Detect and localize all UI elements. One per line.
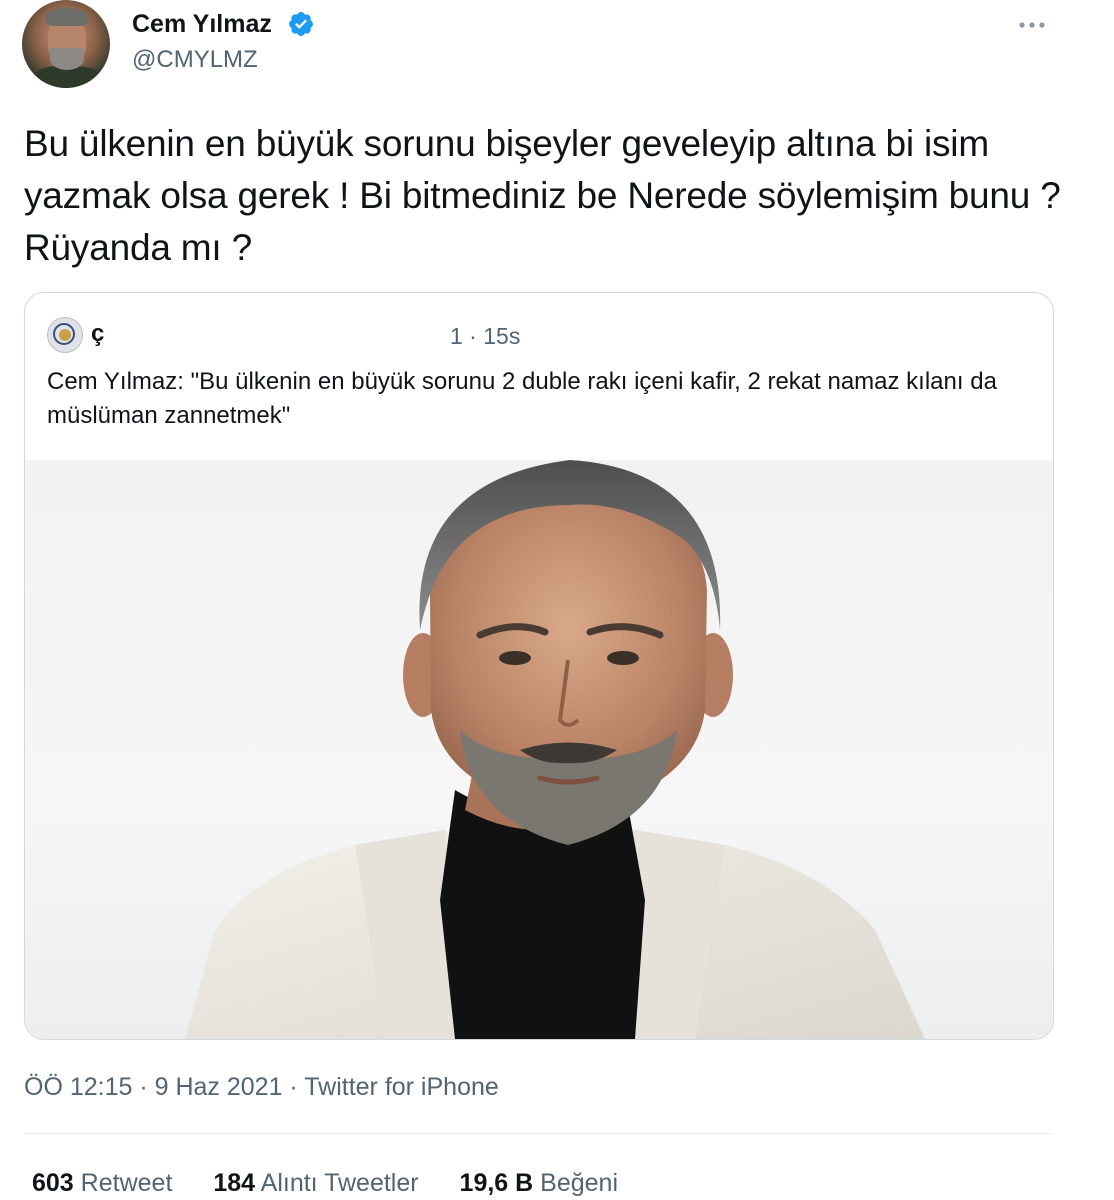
quoted-tweet-time: 1 · 15s [450,323,521,349]
portrait-photo [185,460,925,1039]
author-name[interactable]: Cem Yılmaz [132,8,272,40]
author-handle[interactable]: @CMYLMZ [132,44,258,76]
quoted-tweet-avatar[interactable] [47,317,83,353]
quotes-count: 184 [213,1169,256,1197]
tweet-timestamp[interactable]: ÖÖ 12:15 · 9 Haz 2021 · Twitter for iPho… [24,1070,499,1104]
tweet-text: Bu ülkenin en büyük sorunu bişeyler geve… [24,123,1061,268]
likes-stat[interactable]: 19,6 B Beğeni [460,1166,618,1200]
quoted-tweet-author[interactable]: ç [91,319,104,349]
retweets-label: Retweet [80,1169,173,1197]
quoted-tweet-card[interactable]: ç 1 · 15s Cem Yılmaz: "Bu ülkenin en büy… [24,292,1054,1040]
tweet-stats: 603 Retweet 184 Alıntı Tweetler 19,6 B B… [32,1166,652,1200]
divider [24,1133,1052,1134]
quoted-tweet-photo[interactable] [25,460,1053,1039]
verified-badge-icon [289,12,313,36]
retweets-count: 603 [32,1169,74,1197]
more-options-icon[interactable] [1016,12,1048,38]
quotes-stat[interactable]: 184 Alıntı Tweetler [213,1166,418,1200]
retweets-stat[interactable]: 603 Retweet [32,1166,172,1200]
quoted-tweet-text: Cem Yılmaz: "Bu ülkenin en büyük sorunu … [47,368,997,429]
likes-count: 19,6 B [459,1169,534,1197]
likes-label: Beğeni [540,1169,619,1197]
avatar[interactable] [22,0,110,88]
tweet: Cem Yılmaz @CMYLMZ Bu ülkenin en büyük s… [0,0,1114,1200]
quotes-label: Alıntı Tweetler [260,1169,419,1197]
